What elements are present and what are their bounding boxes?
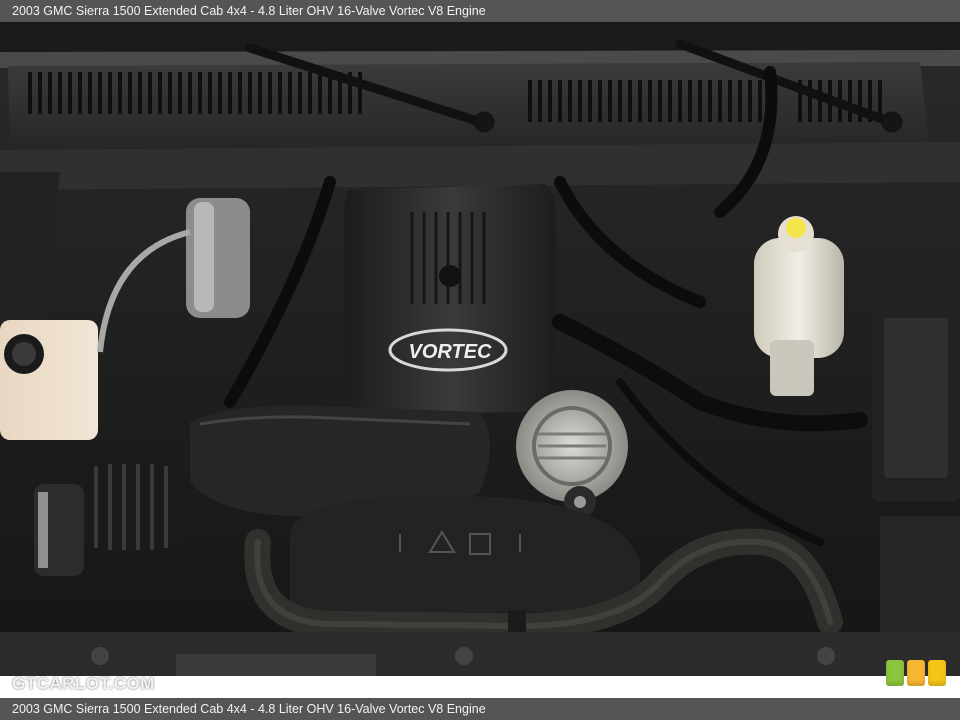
page-title: 2003 GMC Sierra 1500 Extended Cab 4x4 - … <box>0 0 960 22</box>
ac-accumulator <box>186 198 250 318</box>
fuse-box <box>872 302 960 502</box>
coolant-reservoir <box>0 320 98 440</box>
battery <box>880 516 960 636</box>
gtcarlot-logo-icon <box>886 660 946 688</box>
photo-caption: 2003 GMC Sierra 1500 Extended Cab 4x4 - … <box>0 698 960 720</box>
engine-cover: VORTEC <box>344 184 556 414</box>
logo-square-orange <box>907 660 925 686</box>
radiator-core-support <box>0 632 960 676</box>
watermark-gtcarlot: GTCARLOT.COM <box>12 674 155 693</box>
vortec-logo: VORTEC <box>409 341 493 363</box>
logo-square-yellow <box>928 660 946 686</box>
logo-square-green <box>886 660 904 686</box>
engine-photo: VORTEC <box>0 22 960 676</box>
